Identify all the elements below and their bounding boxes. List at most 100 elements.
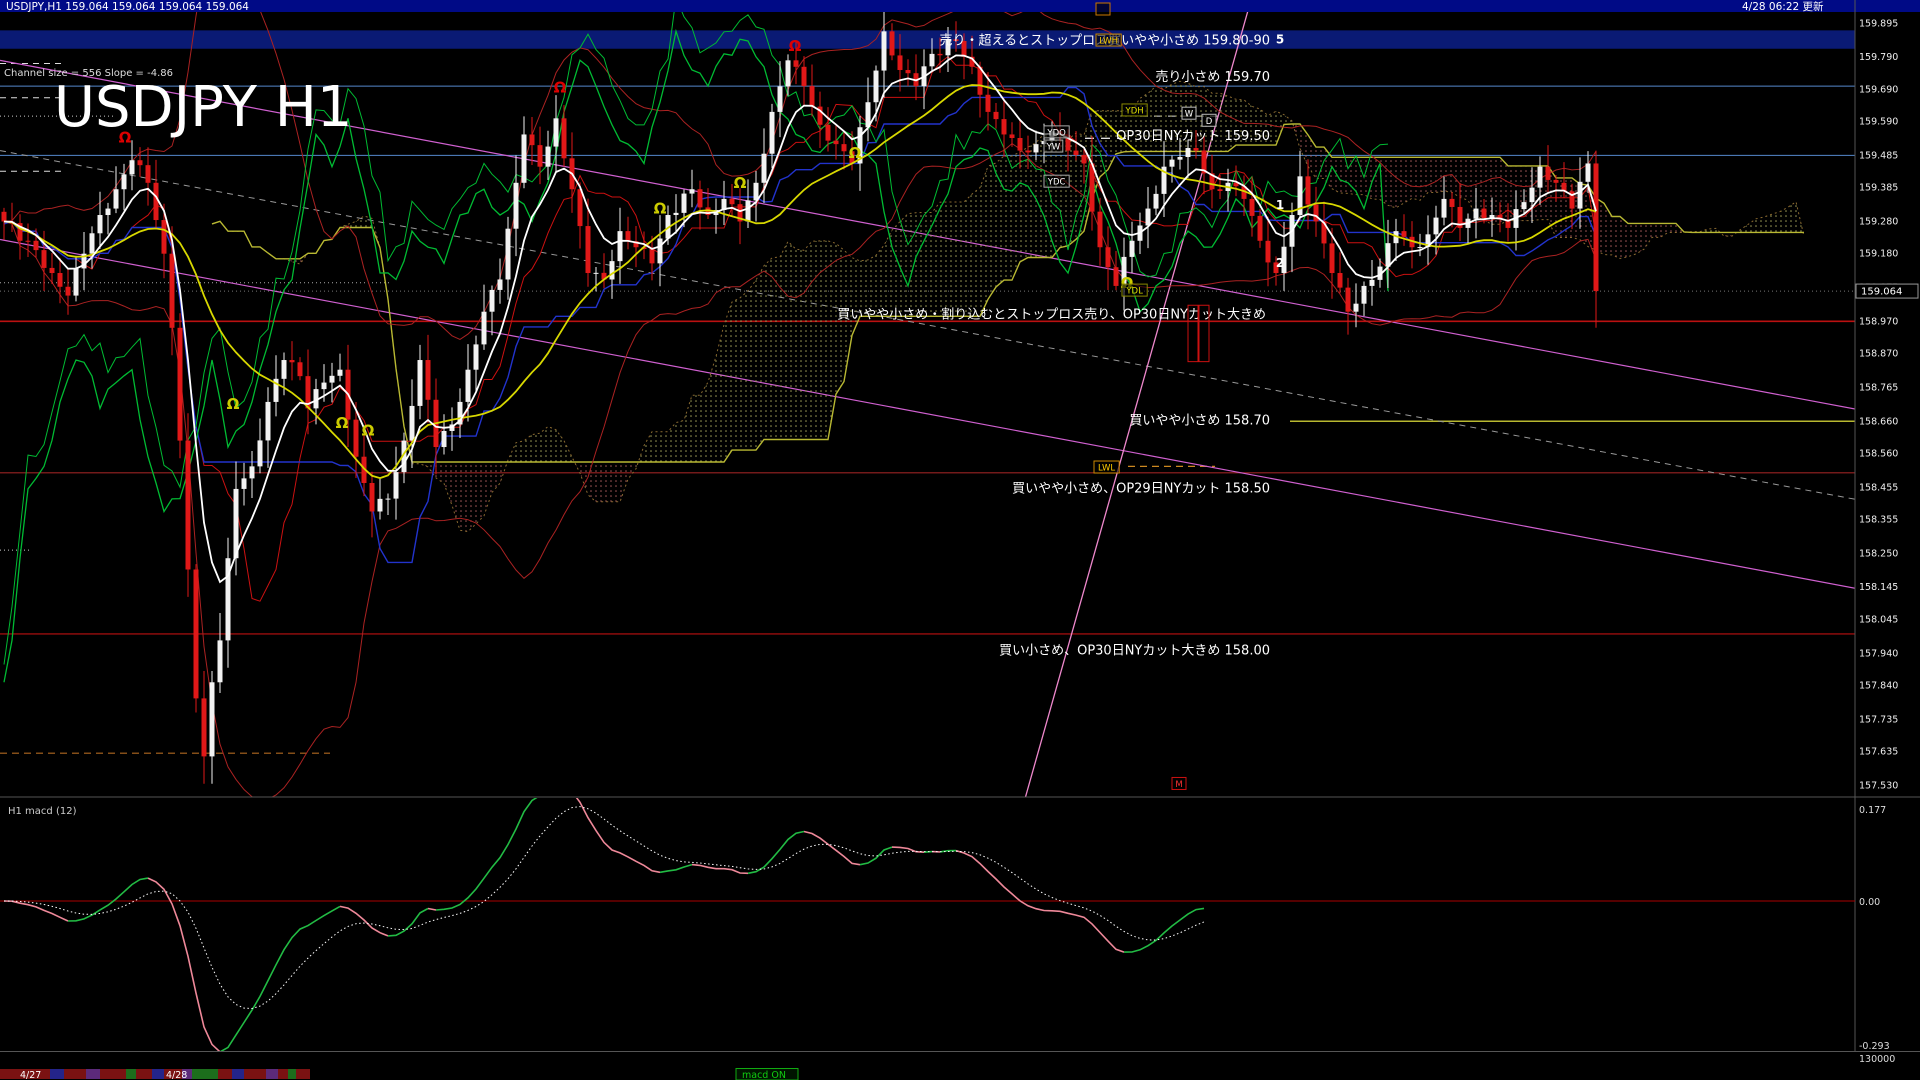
kumo-cloud bbox=[724, 302, 732, 462]
price-tick: 158.970 bbox=[1859, 316, 1898, 327]
kumo-cloud bbox=[1388, 157, 1396, 208]
omega-marker-red[interactable]: Ω bbox=[119, 129, 132, 147]
price-tick: 158.560 bbox=[1859, 448, 1898, 459]
kumo-cloud bbox=[804, 241, 812, 439]
price-tick: 159.895 bbox=[1859, 18, 1898, 29]
kumo-cloud bbox=[1332, 157, 1340, 193]
kumo-cloud bbox=[596, 462, 604, 502]
time-axis bbox=[0, 1069, 798, 1080]
price-tick: 159.180 bbox=[1859, 249, 1898, 260]
kumo-cloud bbox=[956, 202, 964, 316]
kumo-cloud bbox=[1036, 134, 1044, 258]
kumo-cloud bbox=[740, 291, 748, 450]
price-tick: 159.385 bbox=[1859, 183, 1898, 194]
kumo-cloud bbox=[1628, 223, 1636, 256]
kumo-cloud bbox=[940, 202, 948, 316]
kumo-cloud bbox=[548, 427, 556, 462]
kumo-cloud bbox=[1436, 157, 1444, 192]
kumo-cloud bbox=[524, 435, 532, 462]
omega-marker-yellow[interactable]: Ω bbox=[654, 199, 667, 217]
price-tick: 159.280 bbox=[1859, 216, 1898, 227]
order-annotation[interactable]: 買い小さめ、OP30日NYカット大きめ 158.00 bbox=[999, 644, 1270, 659]
level-label-text: YDL bbox=[1125, 287, 1143, 297]
kumo-cloud bbox=[892, 222, 900, 317]
price-zone-band bbox=[0, 30, 1855, 48]
order-annotation[interactable]: 買いやや小さめ・割り込むとストップロス売り、OP30日NYカット大きめ bbox=[837, 306, 1266, 322]
omega-marker-yellow[interactable]: Ω bbox=[734, 174, 747, 192]
kumo-cloud bbox=[604, 462, 612, 502]
kumo-cloud bbox=[772, 257, 780, 440]
kumo-cloud bbox=[1076, 133, 1084, 239]
kumo-cloud bbox=[668, 423, 676, 462]
kumo-cloud bbox=[732, 298, 740, 450]
macd-axis-extra: 130000 bbox=[1859, 1054, 1895, 1065]
kumo-cloud bbox=[1636, 223, 1644, 253]
current-price-value: 159.064 bbox=[1861, 287, 1902, 298]
price-tick: 157.840 bbox=[1859, 681, 1898, 692]
kumo-cloud bbox=[932, 202, 940, 316]
kumo-cloud bbox=[556, 430, 564, 462]
chart-canvas bbox=[0, 0, 1920, 1080]
price-tick: 159.590 bbox=[1859, 117, 1898, 128]
level-label-box[interactable] bbox=[1096, 3, 1110, 15]
price-axis[interactable]: 159.895159.790159.690159.590159.485159.3… bbox=[1856, 18, 1918, 791]
kumo-cloud bbox=[444, 462, 452, 505]
kumo-cloud bbox=[1492, 157, 1500, 224]
kumo-cloud bbox=[652, 432, 660, 462]
kumo-cloud bbox=[988, 163, 996, 299]
number-marker: 1 bbox=[1276, 198, 1284, 212]
timeline-date-428: 4/28 bbox=[166, 1070, 187, 1080]
price-tick: 158.355 bbox=[1859, 515, 1898, 526]
kumo-cloud bbox=[452, 462, 460, 530]
trading-chart[interactable]: USDJPY,H1 159.064 159.064 159.064 159.06… bbox=[0, 0, 1920, 1080]
macd-axis-zero: 0.00 bbox=[1859, 897, 1880, 908]
price-tick: 157.635 bbox=[1859, 747, 1898, 758]
order-annotation[interactable]: 買いやや小さめ 158.70 bbox=[1129, 414, 1270, 429]
kumo-cloud bbox=[1004, 156, 1012, 280]
omega-marker-yellow[interactable]: Ω bbox=[227, 395, 240, 413]
price-tick: 157.940 bbox=[1859, 648, 1898, 659]
kumo-cloud bbox=[716, 325, 724, 462]
price-tick: 157.530 bbox=[1859, 780, 1898, 791]
kumo-cloud bbox=[1412, 157, 1420, 200]
kumo-cloud bbox=[692, 395, 700, 462]
macd-axis-max: 0.177 bbox=[1859, 805, 1886, 816]
omega-marker-yellow[interactable]: Ω bbox=[362, 421, 375, 439]
kumo-cloud bbox=[564, 441, 572, 462]
kumo-cloud bbox=[1020, 147, 1028, 262]
kumo-cloud bbox=[1052, 134, 1060, 257]
price-tick: 158.660 bbox=[1859, 416, 1898, 427]
kumo-cloud bbox=[628, 462, 636, 479]
kumo-cloud bbox=[1284, 115, 1292, 125]
price-tick: 158.455 bbox=[1859, 482, 1898, 493]
kumo-cloud bbox=[660, 432, 668, 462]
order-annotation[interactable]: 売り小さめ 159.70 bbox=[1155, 69, 1270, 85]
omega-marker-red[interactable]: Ω bbox=[554, 79, 567, 97]
kumo-cloud bbox=[684, 395, 692, 462]
level-label-text: D bbox=[1206, 117, 1213, 127]
macd-on-toggle[interactable]: macd ON bbox=[742, 1070, 786, 1080]
kumo-cloud bbox=[476, 462, 484, 524]
kumo-cloud bbox=[460, 462, 468, 532]
omega-marker-yellow[interactable]: Ω bbox=[336, 414, 349, 432]
level-label-text: LWH bbox=[1099, 37, 1118, 47]
kumo-cloud bbox=[1748, 219, 1756, 233]
kumo-cloud bbox=[516, 441, 524, 462]
kumo-cloud bbox=[748, 280, 756, 450]
omega-marker-red[interactable]: Ω bbox=[789, 37, 802, 55]
kumo-cloud bbox=[900, 214, 908, 317]
price-tick: 157.735 bbox=[1859, 714, 1898, 725]
order-annotation[interactable]: OP30日NYカット 159.50 bbox=[1116, 129, 1270, 144]
order-annotation[interactable]: 買いやや小さめ、OP29日NYカット 158.50 bbox=[1012, 481, 1270, 496]
window-title: USDJPY,H1 159.064 159.064 159.064 159.06… bbox=[6, 1, 249, 13]
price-tick: 158.145 bbox=[1859, 582, 1898, 593]
kumo-cloud bbox=[876, 245, 884, 316]
kumo-cloud bbox=[852, 258, 860, 336]
price-tick: 159.690 bbox=[1859, 84, 1898, 95]
price-tick: 158.765 bbox=[1859, 382, 1898, 393]
macd-pane-label: H1 macd (12) bbox=[8, 806, 77, 817]
kumo-cloud bbox=[1428, 157, 1436, 192]
kumo-cloud bbox=[620, 462, 628, 502]
omega-marker-yellow[interactable]: Ω bbox=[849, 144, 862, 162]
kumo-cloud bbox=[676, 420, 684, 462]
